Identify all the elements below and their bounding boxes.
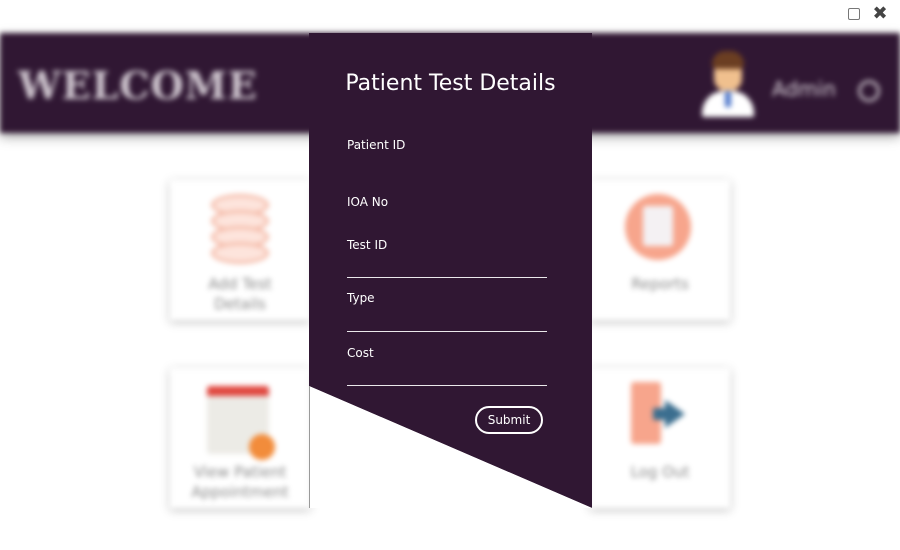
calendar-icon (205, 382, 275, 460)
add-test-details-card[interactable]: Add Test Details (170, 180, 310, 320)
log-out-card[interactable]: Log Out (590, 368, 730, 508)
test-id-field[interactable] (347, 255, 547, 275)
cost-underline (347, 385, 547, 386)
gear-icon[interactable] (858, 80, 880, 102)
test-id-underline (347, 277, 547, 278)
ioa-no-label: IOA No (347, 195, 389, 209)
card-label: Log Out (630, 463, 690, 481)
database-icon (205, 194, 275, 264)
patient-id-label: Patient ID (347, 138, 406, 152)
test-id-label: Test ID (347, 238, 388, 252)
reports-card[interactable]: Reports (590, 180, 730, 320)
card-label: View Patient Appointment (191, 463, 289, 501)
dialog-title: Patient Test Details (345, 71, 556, 96)
card-label: Add Test Details (208, 275, 272, 313)
view-patient-appointment-card[interactable]: View Patient Appointment (170, 368, 310, 508)
admin-avatar-icon (700, 51, 756, 117)
cost-label: Cost (347, 346, 374, 360)
card-label: Reports (631, 275, 689, 293)
user-name: Admin (772, 77, 836, 101)
logout-icon (625, 382, 695, 452)
submit-button[interactable]: Submit (475, 406, 543, 434)
cost-field[interactable] (347, 363, 547, 383)
patient-test-details-dialog: Patient Test Details Patient ID IOA No T… (309, 33, 592, 508)
report-icon (625, 194, 695, 264)
patient-id-field[interactable] (347, 154, 547, 174)
type-underline (347, 331, 547, 332)
type-label: Type (347, 291, 375, 305)
type-field[interactable] (347, 309, 547, 329)
welcome-title: WELCOME (18, 63, 258, 108)
ioa-no-field[interactable] (347, 211, 547, 231)
